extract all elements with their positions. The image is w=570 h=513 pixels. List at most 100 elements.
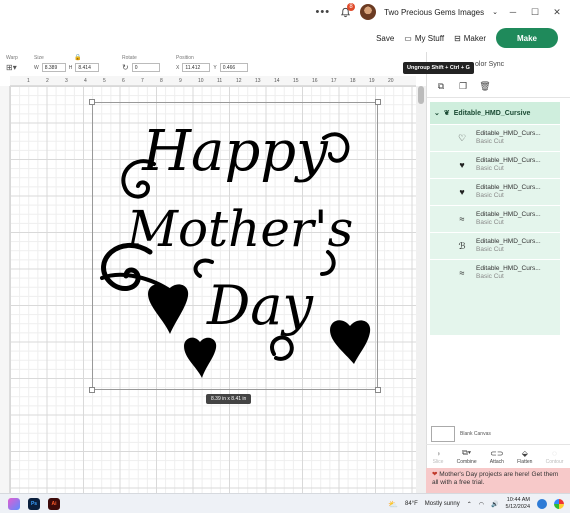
ruler-tick: 5	[103, 78, 106, 84]
rotate-group: Rotate ↻ 0	[122, 55, 160, 72]
ruler-tick: 18	[350, 78, 356, 84]
layer-name: Editable_HMD_Curs...	[476, 211, 541, 218]
contour-label: Contour	[545, 458, 564, 465]
design-canvas[interactable]: 1 2 3 4 5 6 7 8 9 10 11 12 13 14 15 16 17 18 19 20 Happy M	[0, 76, 426, 500]
ruler-tick: 8	[160, 78, 163, 84]
warp-icon[interactable]: ⊞▾	[6, 63, 17, 72]
heart-icon: ❤	[432, 471, 438, 478]
rotate-input[interactable]: 0	[131, 63, 160, 72]
blank-canvas-swatch[interactable]	[431, 426, 455, 442]
ungroup-icon[interactable]: ⧉	[435, 81, 447, 93]
combine-button[interactable]: ⧉▾ Combine	[457, 448, 477, 465]
properties-bar: Warp ⊞▾ Size W 8.389 H 8.414 🔒 Rotate ↻ …	[0, 52, 426, 76]
layer-name: Editable_HMD_Curs...	[476, 265, 541, 272]
combine-label: Combine	[456, 459, 477, 465]
layer-text: Editable_HMD_Curs... Basic Cut	[476, 157, 541, 173]
warp-label: Warp	[6, 55, 18, 61]
blank-canvas[interactable]: Blank Canvas	[431, 426, 491, 442]
clock[interactable]: 10:44 AM 5/12/2024	[506, 497, 530, 511]
ruler-tick: 20	[388, 78, 394, 84]
selection-handle-bottom-left[interactable]	[89, 387, 95, 393]
vertical-scrollbar[interactable]	[416, 86, 426, 500]
rotate-label: Rotate	[122, 55, 137, 61]
height-input[interactable]: 8.414	[75, 63, 100, 72]
delete-icon[interactable]: 🗑	[479, 81, 491, 93]
app-icon-photoshop[interactable]: Ps	[28, 497, 40, 510]
width-label: W	[34, 64, 39, 71]
layer-operation: Basic Cut	[476, 273, 504, 280]
blank-canvas-label: Blank Canvas	[460, 431, 491, 437]
ruler-tick: 3	[65, 78, 68, 84]
size-label: Size	[34, 55, 44, 61]
chevron-up-icon[interactable]: ⌃	[467, 501, 472, 508]
chevron-down-icon[interactable]: ⌄	[434, 109, 440, 117]
layer-operation: Basic Cut	[476, 165, 504, 172]
avatar[interactable]	[360, 4, 377, 20]
layer-operation: Basic Cut	[476, 192, 504, 199]
position-y-input[interactable]: 0.466	[219, 63, 248, 72]
lock-icon[interactable]: 🔒	[74, 54, 81, 61]
warp-group: Warp ⊞▾	[6, 55, 18, 72]
selection-handle-bottom-right[interactable]	[375, 387, 381, 393]
layer-name: Editable_HMD_Curs...	[476, 130, 541, 137]
y-label: Y	[213, 64, 217, 71]
combine-icon: ⧉▾	[462, 448, 472, 457]
ruler-tick: 9	[179, 78, 182, 84]
promo-banner[interactable]: ❤ Mother's Day projects are here! Get th…	[426, 468, 570, 496]
top-ruler: 1 2 3 4 5 6 7 8 9 10 11 12 13 14 15 16 17 18 19 20	[10, 76, 416, 86]
chrome-icon[interactable]	[554, 499, 564, 509]
clock-date: 5/12/2024	[505, 504, 530, 510]
selection-box[interactable]	[92, 102, 378, 390]
save-button[interactable]: Save	[376, 34, 394, 43]
dimensions-readout: 8.39 in x 8.41 in	[206, 394, 252, 404]
close-window-button[interactable]: ✕	[550, 7, 564, 18]
duplicate-icon[interactable]: ❐	[457, 81, 469, 93]
maximize-button[interactable]: ☐	[528, 7, 542, 18]
layer-row[interactable]: ℬ Editable_HMD_Curs... Basic Cut	[430, 232, 560, 259]
app-icon-photos[interactable]	[8, 497, 20, 510]
layer-row[interactable]: ♥ Editable_HMD_Curs... Basic Cut	[430, 178, 560, 205]
notification-icon[interactable]	[537, 499, 547, 509]
my-stuff-button[interactable]: ▭ My Stuff	[404, 34, 444, 43]
layer-row[interactable]: ♥ Editable_HMD_Curs... Basic Cut	[430, 151, 560, 178]
layer-row[interactable]: ♡ Editable_HMD_Curs... Basic Cut	[430, 124, 560, 151]
ruler-tick: 6	[122, 78, 125, 84]
layer-row[interactable]: ≈ Editable_HMD_Curs... Basic Cut	[430, 259, 560, 286]
contour-button[interactable]: ◌ Contour	[546, 449, 564, 465]
flatten-button[interactable]: ⬙ Flatten	[517, 449, 532, 465]
selection-handle-top-left[interactable]	[89, 99, 95, 105]
make-button[interactable]: Make	[496, 28, 558, 48]
more-options-icon[interactable]: •••	[316, 6, 331, 18]
ungroup-tooltip: Ungroup Shift + Ctrl + G	[403, 62, 474, 74]
selection-handle-top-right[interactable]	[375, 99, 381, 105]
layer-row[interactable]: ≈ Editable_HMD_Curs... Basic Cut	[430, 205, 560, 232]
ruler-tick: 4	[84, 78, 87, 84]
attach-button[interactable]: ⊂⊃ Attach	[490, 449, 504, 465]
notification-badge: 8	[347, 3, 356, 11]
system-tray: ⛅ 84°F Mostly sunny ⌃ ◠ 🔊 10:44 AM 5/12/…	[388, 494, 564, 513]
attach-icon: ⊂⊃	[490, 448, 504, 458]
minimize-button[interactable]: ─	[506, 7, 520, 17]
layer-group-header[interactable]: ⌄ ❦ Editable_HMD_Cursive	[430, 102, 560, 124]
contour-icon: ◌	[552, 448, 557, 458]
position-x-input[interactable]: 11.412	[182, 63, 211, 72]
wifi-icon[interactable]: ◠	[479, 501, 484, 508]
slice-button[interactable]: ◑ Slice	[433, 449, 444, 465]
ruler-tick: 19	[369, 78, 375, 84]
taskbar: Ps Ai ⛅ 84°F Mostly sunny ⌃ ◠ 🔊 10:44 AM…	[0, 493, 570, 513]
position-label: Position	[176, 55, 194, 61]
ruler-tick: 10	[198, 78, 204, 84]
volume-icon[interactable]: 🔊	[491, 501, 498, 508]
slice-icon: ◑	[435, 448, 441, 458]
chevron-down-icon[interactable]: ⌄	[492, 8, 498, 16]
layer-text: Editable_HMD_Curs... Basic Cut	[476, 238, 541, 254]
account-name[interactable]: Two Precious Gems Images	[384, 8, 484, 17]
maker-button[interactable]: ⊟ Maker	[454, 34, 486, 43]
ruler-tick: 12	[236, 78, 242, 84]
width-input[interactable]: 8.389	[41, 63, 66, 72]
notification-bell-icon[interactable]: 8	[338, 3, 356, 19]
swirl-icon: ≈	[459, 214, 465, 224]
app-icon-illustrator[interactable]: Ai	[48, 497, 60, 510]
rotate-icon: ↻	[122, 63, 129, 72]
scrollbar-thumb[interactable]	[418, 86, 424, 104]
